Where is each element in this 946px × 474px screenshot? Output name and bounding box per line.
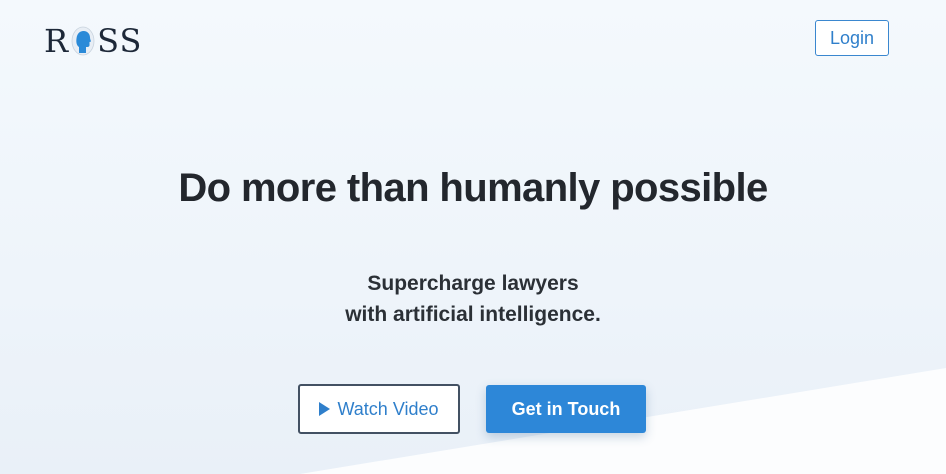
play-icon <box>319 402 331 416</box>
logo-letter-r: R <box>44 22 70 60</box>
get-in-touch-button[interactable]: Get in Touch <box>486 385 646 433</box>
watch-video-button[interactable]: Watch Video <box>298 384 460 434</box>
hero-subtitle-line-2: with artificial intelligence. <box>345 303 601 326</box>
site-header: R SS Login <box>0 0 946 80</box>
watch-video-label: Watch Video <box>337 398 439 419</box>
hero-subtitle-line-1: Supercharge lawyers <box>367 272 579 295</box>
hero-subtitle: Supercharge lawyers with artificial inte… <box>0 268 946 330</box>
ross-logo[interactable]: R SS <box>44 24 142 58</box>
login-button[interactable]: Login <box>815 20 889 56</box>
human-head-icon <box>71 26 95 56</box>
hero-title: Do more than humanly possible <box>178 166 768 210</box>
logo-letters-ss: SS <box>97 22 143 60</box>
